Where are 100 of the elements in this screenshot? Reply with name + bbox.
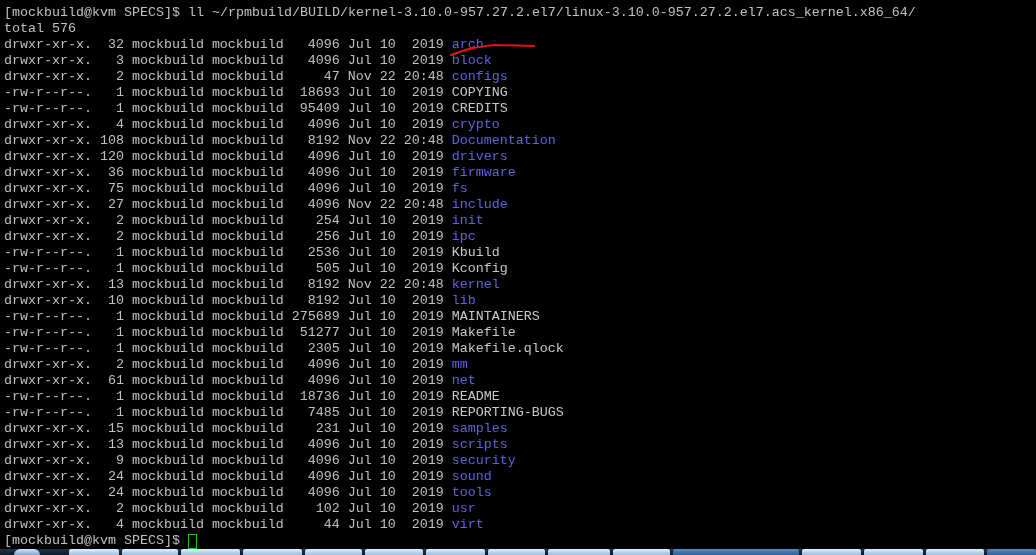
- group-text: mockbuild: [211, 85, 284, 101]
- directory-name: block: [451, 53, 492, 69]
- day-text: 10: [379, 85, 396, 101]
- file-size: 47: [323, 69, 340, 85]
- link-count: 2: [115, 213, 124, 229]
- link-count: 1: [115, 341, 124, 357]
- permissions-text: drwxr-xr-x.: [4, 229, 92, 245]
- permissions-text: drwxr-xr-x.: [4, 421, 92, 437]
- day-text: 10: [379, 309, 396, 325]
- link-count: 2: [115, 357, 124, 373]
- owner-text: mockbuild: [131, 229, 204, 245]
- year-or-time-text: 2019: [411, 469, 444, 485]
- file-size: 256: [315, 229, 340, 245]
- day-text: 22: [379, 133, 396, 149]
- group-text: mockbuild: [211, 261, 284, 277]
- link-count: 32: [107, 37, 124, 53]
- day-text: 10: [379, 37, 396, 53]
- taskbar-button[interactable]: [121, 549, 179, 555]
- owner-text: mockbuild: [131, 469, 204, 485]
- year-or-time-text: 2019: [411, 165, 444, 181]
- permissions-text: drwxr-xr-x.: [4, 373, 92, 389]
- month-text: Jul: [347, 165, 372, 181]
- owner-text: mockbuild: [131, 245, 204, 261]
- year-or-time-text: 2019: [411, 149, 444, 165]
- permissions-text: drwxr-xr-x.: [4, 293, 92, 309]
- link-count: 1: [115, 261, 124, 277]
- file-name: REPORTING-BUGS: [451, 405, 564, 421]
- month-text: Jul: [347, 101, 372, 117]
- owner-text: mockbuild: [131, 501, 204, 517]
- file-size: 4096: [307, 165, 340, 181]
- group-text: mockbuild: [211, 453, 284, 469]
- group-text: mockbuild: [211, 181, 284, 197]
- permissions-text: drwxr-xr-x.: [4, 469, 92, 485]
- day-text: 10: [379, 469, 396, 485]
- year-or-time-text: 2019: [411, 405, 444, 421]
- start-button[interactable]: [14, 549, 40, 555]
- year-or-time-text: 2019: [411, 213, 444, 229]
- directory-name: usr: [451, 501, 476, 517]
- year-or-time-text: 2019: [411, 293, 444, 309]
- day-text: 10: [379, 117, 396, 133]
- taskbar-button[interactable]: [863, 549, 924, 555]
- year-or-time-text: 2019: [411, 181, 444, 197]
- permissions-text: drwxr-xr-x.: [4, 69, 92, 85]
- month-text: Nov: [347, 197, 372, 213]
- year-or-time-text: 2019: [411, 421, 444, 437]
- owner-text: mockbuild: [131, 181, 204, 197]
- month-text: Jul: [347, 373, 372, 389]
- directory-name: tools: [451, 485, 492, 501]
- directory-name: ipc: [451, 229, 476, 245]
- taskbar-button[interactable]: [364, 549, 424, 555]
- group-text: mockbuild: [211, 309, 284, 325]
- file-size: 44: [323, 517, 340, 533]
- group-text: mockbuild: [211, 325, 284, 341]
- owner-text: mockbuild: [131, 405, 204, 421]
- file-size: 4096: [307, 181, 340, 197]
- directory-name: lib: [451, 293, 476, 309]
- link-count: 75: [107, 181, 124, 197]
- month-text: Nov: [347, 277, 372, 293]
- day-text: 22: [379, 277, 396, 293]
- year-or-time-text: 2019: [411, 245, 444, 261]
- year-or-time-text: 2019: [411, 229, 444, 245]
- link-count: 9: [115, 453, 124, 469]
- day-text: 10: [379, 261, 396, 277]
- directory-name: samples: [451, 421, 508, 437]
- group-text: mockbuild: [211, 341, 284, 357]
- day-text: 10: [379, 485, 396, 501]
- file-name: Makefile.qlock: [451, 341, 564, 357]
- day-text: 22: [379, 197, 396, 213]
- month-text: Jul: [347, 389, 372, 405]
- directory-name: virt: [451, 517, 484, 533]
- owner-text: mockbuild: [131, 133, 204, 149]
- month-text: Jul: [347, 501, 372, 517]
- file-size: 7485: [307, 405, 340, 421]
- file-size: 4096: [307, 53, 340, 69]
- link-count: 1: [115, 309, 124, 325]
- month-text: Jul: [347, 213, 372, 229]
- link-count: 1: [115, 101, 124, 117]
- month-text: Jul: [347, 309, 372, 325]
- month-text: Jul: [347, 485, 372, 501]
- year-or-time-text: 2019: [411, 485, 444, 501]
- directory-name: kernel: [451, 277, 500, 293]
- year-or-time-text: 2019: [411, 373, 444, 389]
- month-text: Jul: [347, 149, 372, 165]
- group-text: mockbuild: [211, 117, 284, 133]
- year-or-time-text: 2019: [411, 325, 444, 341]
- file-size: 2536: [307, 245, 340, 261]
- year-or-time-text: 2019: [411, 357, 444, 373]
- link-count: 2: [115, 69, 124, 85]
- year-or-time-text: 2019: [411, 117, 444, 133]
- directory-name: crypto: [451, 117, 500, 133]
- month-text: Jul: [347, 325, 372, 341]
- permissions-text: -rw-r--r--.: [4, 341, 92, 357]
- link-count: 3: [115, 53, 124, 69]
- permissions-text: drwxr-xr-x.: [4, 181, 92, 197]
- taskbar-button[interactable]: [612, 549, 671, 555]
- link-count: 4: [115, 517, 124, 533]
- permissions-text: drwxr-xr-x.: [4, 37, 92, 53]
- directory-name: fs: [451, 181, 468, 197]
- permissions-text: drwxr-xr-x.: [4, 437, 92, 453]
- month-text: Nov: [347, 69, 372, 85]
